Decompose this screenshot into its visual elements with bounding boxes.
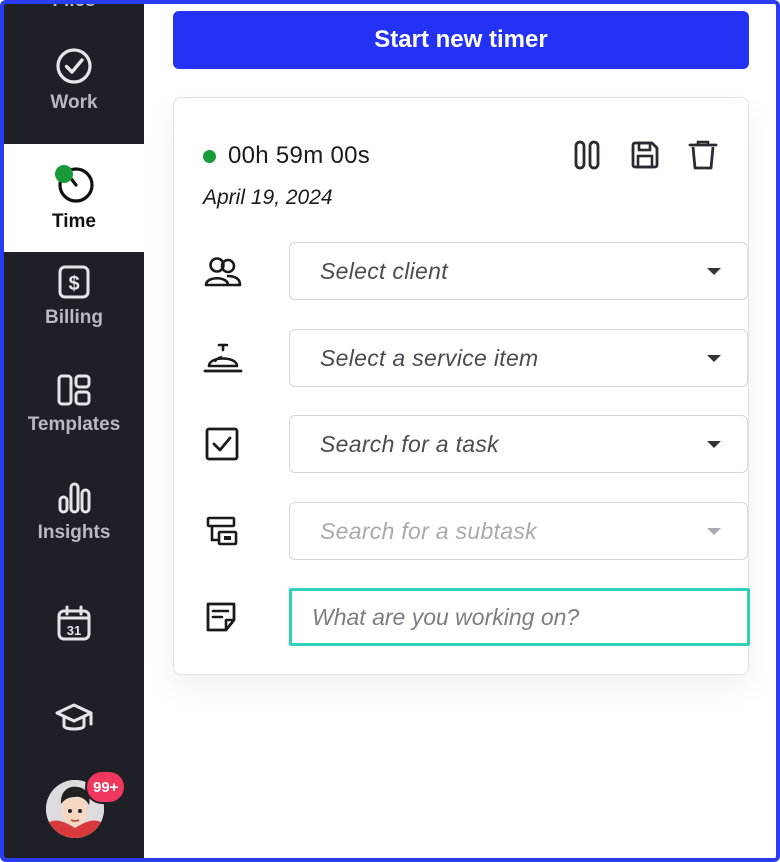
subtask-select[interactable]: Search for a subtask <box>289 502 748 560</box>
sidebar-item-work[interactable]: Work <box>4 26 144 134</box>
checkbox-icon <box>203 427 243 463</box>
pause-button[interactable] <box>570 136 604 174</box>
subtask-row: Search for a subtask <box>203 502 748 560</box>
calendar-icon: 31 <box>57 605 91 641</box>
sidebar-item-billing[interactable]: $ Billing <box>4 242 144 350</box>
subtask-select-placeholder: Search for a subtask <box>320 517 537 544</box>
note-row <box>203 588 750 646</box>
sidebar-item-label: Time <box>51 211 96 232</box>
sidebar-item-label: Work <box>50 92 98 113</box>
service-select-placeholder: Select a service item <box>320 344 539 371</box>
pause-icon <box>574 140 600 170</box>
sidebar: Files Work Time $ Billing Templates Insi… <box>4 4 144 858</box>
save-button[interactable] <box>628 136 662 174</box>
chevron-down-icon <box>707 355 721 362</box>
user-avatar[interactable]: 99+ <box>46 770 127 838</box>
trash-icon <box>688 140 718 170</box>
sidebar-item-academy[interactable] <box>4 664 144 772</box>
calendar-day: 31 <box>67 623 81 638</box>
check-circle-icon <box>56 48 92 84</box>
chevron-down-icon <box>707 528 721 535</box>
users-icon <box>203 254 243 290</box>
chevron-down-icon <box>707 441 721 448</box>
client-row: Select client <box>203 242 748 300</box>
task-select-placeholder: Search for a task <box>320 430 499 457</box>
timer-card: 00h 59m 00s April 19, 2024 Select client… <box>173 97 750 675</box>
sidebar-item-label: Billing <box>44 307 104 328</box>
task-select[interactable]: Search for a task <box>289 415 748 473</box>
client-select[interactable]: Select client <box>289 242 748 300</box>
elapsed-time: 00h 59m 00s <box>228 142 371 169</box>
dollar-icon: $ <box>58 265 90 299</box>
notification-badge: 99+ <box>85 770 127 804</box>
sidebar-item-label: Files <box>52 0 96 11</box>
main-panel: Start new timer 00h 59m 00s April 19, 20… <box>144 4 776 858</box>
timer-date: April 19, 2024 <box>203 186 333 209</box>
subtask-icon <box>203 514 243 550</box>
sidebar-item-time[interactable]: Time <box>4 144 144 252</box>
timer-status: 00h 59m 00s <box>203 142 370 170</box>
graduation-cap-icon <box>55 703 93 731</box>
sidebar-item-templates[interactable]: Templates <box>4 350 144 458</box>
timer-icon <box>55 165 94 203</box>
layout-icon <box>57 374 91 406</box>
save-icon <box>631 141 659 169</box>
bar-chart-icon <box>58 482 91 514</box>
timer-actions <box>570 136 720 174</box>
running-status-dot <box>203 149 216 163</box>
sidebar-item-insights[interactable]: Insights <box>4 458 144 566</box>
service-row: Select a service item <box>203 329 748 387</box>
service-item-select[interactable]: Select a service item <box>289 329 748 387</box>
sidebar-item-calendar[interactable]: 31 <box>4 570 144 678</box>
app-window: Files Work Time $ Billing Templates Insi… <box>0 0 780 862</box>
sidebar-item-label: Insights <box>37 522 111 543</box>
note-icon <box>203 600 243 636</box>
sidebar-item-files[interactable]: Files <box>4 0 144 12</box>
service-bell-icon <box>203 341 243 377</box>
client-select-placeholder: Select client <box>320 257 448 284</box>
start-new-timer-button[interactable]: Start new timer <box>173 11 749 69</box>
sidebar-item-label: Templates <box>27 414 121 435</box>
svg-text:$: $ <box>68 273 79 295</box>
task-row: Search for a task <box>203 415 748 473</box>
chevron-down-icon <box>707 268 721 275</box>
delete-button[interactable] <box>686 136 720 174</box>
note-input[interactable] <box>289 588 750 646</box>
